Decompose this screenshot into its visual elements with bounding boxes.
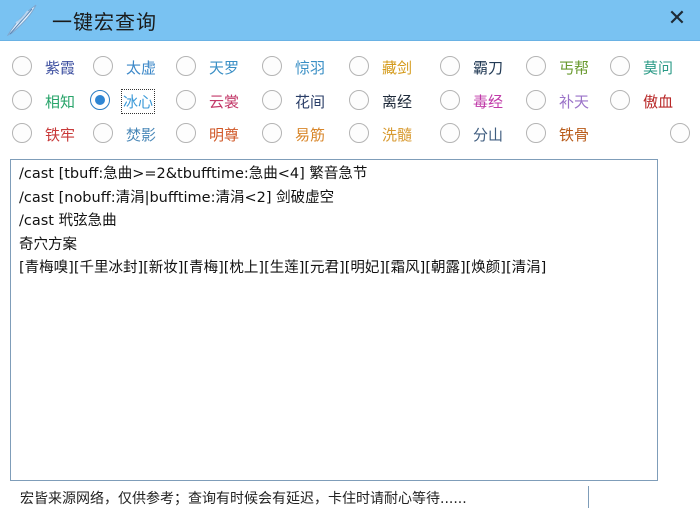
radio-circle[interactable] (262, 123, 282, 143)
radio-label: 丐帮 (559, 59, 590, 77)
radio-circle[interactable] (90, 90, 110, 110)
window-title: 一键宏查询 (52, 10, 157, 34)
radio-label: 惊羽 (295, 59, 326, 77)
radio-circle[interactable] (440, 90, 460, 110)
radio-label: 冰心 (120, 89, 156, 114)
school-radio-group: 紫霞 太虚 天罗 惊羽 藏剑 霸刀 丐帮 莫问 相知 冰心 云裳 花间 离经 毒… (0, 40, 700, 158)
radio-label: 洗髓 (382, 126, 413, 144)
radio-circle[interactable] (440, 123, 460, 143)
radio-circle[interactable] (610, 90, 630, 110)
radio-label: 分山 (473, 126, 504, 144)
radio-circle[interactable] (262, 56, 282, 76)
radio-circle[interactable] (93, 123, 113, 143)
radio-label: 易筋 (295, 126, 326, 144)
radio-circle[interactable] (526, 90, 546, 110)
radio-label: 天罗 (209, 59, 240, 77)
radio-circle[interactable] (610, 56, 630, 76)
title-bar: 一键宏查询 ✕ (0, 0, 700, 41)
macro-textarea[interactable]: /cast [tbuff:急曲>=2&tbufftime:急曲<4] 繁音急节 … (10, 159, 658, 481)
radio-circle[interactable] (12, 56, 32, 76)
radio-circle[interactable] (670, 123, 690, 143)
radio-label: 焚影 (126, 126, 157, 144)
radio-label: 云裳 (209, 93, 240, 111)
footer-divider (588, 486, 589, 508)
radio-label: 铁牢 (45, 126, 76, 144)
radio-label: 铁骨 (559, 126, 590, 144)
radio-label: 太虚 (126, 59, 157, 77)
radio-circle[interactable] (12, 90, 32, 110)
radio-circle[interactable] (349, 56, 369, 76)
radio-label: 霸刀 (473, 59, 504, 77)
macro-line: /cast 玳弦急曲 (19, 213, 117, 229)
radio-label: 毒经 (473, 93, 504, 111)
macro-line: /cast [tbuff:急曲>=2&tbufftime:急曲<4] 繁音急节 (19, 166, 368, 182)
radio-circle[interactable] (440, 56, 460, 76)
radio-label: 藏剑 (382, 59, 413, 77)
radio-label: 离经 (382, 93, 413, 111)
radio-label: 花间 (295, 93, 326, 111)
radio-label: 莫问 (643, 59, 674, 77)
radio-circle[interactable] (262, 90, 282, 110)
close-button[interactable]: ✕ (664, 6, 690, 32)
radio-label: 傲血 (643, 93, 674, 111)
macro-line: [青梅嗅][千里冰封][新妆][青梅][枕上][生莲][元君][明妃][霜风][… (19, 260, 547, 276)
radio-label: 补天 (559, 93, 590, 111)
radio-label: 紫霞 (45, 59, 76, 77)
radio-circle[interactable] (176, 123, 196, 143)
radio-circle[interactable] (349, 123, 369, 143)
footer-notice: 宏皆来源网络，仅供参考；查询有时候会有延迟，卡住时请耐心等待...... (20, 491, 467, 507)
macro-line: 奇穴方案 (19, 236, 77, 253)
radio-label: 相知 (45, 93, 76, 111)
radio-circle[interactable] (176, 56, 196, 76)
radio-circle[interactable] (526, 56, 546, 76)
radio-circle[interactable] (349, 90, 369, 110)
macro-line: /cast [nobuff:清涓|bufftime:清涓<2] 剑破虚空 (19, 189, 335, 206)
sword-feather-icon (6, 4, 37, 37)
radio-circle[interactable] (93, 56, 113, 76)
radio-label: 明尊 (209, 126, 240, 144)
radio-circle[interactable] (526, 123, 546, 143)
radio-circle[interactable] (176, 90, 196, 110)
radio-circle[interactable] (12, 123, 32, 143)
